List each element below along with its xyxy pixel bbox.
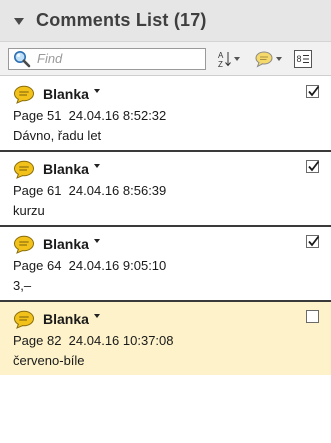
comment-checkbox[interactable] xyxy=(306,235,320,248)
comment-text: kurzu xyxy=(13,203,45,218)
comment-author: Blanka xyxy=(43,236,89,252)
comment-timestamp: 24.04.16 9:05:10 xyxy=(68,258,167,273)
comment-author: Blanka xyxy=(43,311,89,327)
svg-text:Z: Z xyxy=(218,60,223,68)
author-menu-caret-icon[interactable] xyxy=(93,164,100,168)
comment-meta: Page 82 24.04.16 10:37:08 xyxy=(13,333,319,348)
comment-text: 3,– xyxy=(13,278,32,293)
comment-item[interactable]: Blanka Page 64 24.04.16 9:05:10 3,– xyxy=(0,227,331,302)
comments-list: Blanka Page 51 24.04.16 8:52:32 Dávno, ř… xyxy=(0,77,331,375)
comment-text: červeno-bíle xyxy=(13,353,85,368)
comment-timestamp: 24.04.16 10:37:08 xyxy=(68,333,174,348)
comment-page: Page 64 xyxy=(13,258,62,273)
filter-dropdown-caret-icon xyxy=(276,56,282,61)
options-icon: 8 xyxy=(294,49,312,68)
comment-bubble-icon xyxy=(13,235,35,254)
checkmark-icon xyxy=(308,235,320,247)
sort-button[interactable]: A Z xyxy=(218,50,240,68)
panel-title: Comments List (17) xyxy=(36,10,207,30)
author-menu-caret-icon[interactable] xyxy=(93,239,100,243)
comment-page: Page 82 xyxy=(13,333,62,348)
sort-dropdown-caret-icon xyxy=(234,56,240,61)
comment-timestamp: 24.04.16 8:56:39 xyxy=(68,183,167,198)
collapse-caret-icon[interactable] xyxy=(14,18,24,25)
find-input[interactable] xyxy=(37,51,197,66)
author-menu-caret-icon[interactable] xyxy=(93,89,100,93)
find-box[interactable] xyxy=(8,47,206,70)
comment-header: Blanka xyxy=(13,233,319,255)
search-icon xyxy=(13,50,31,68)
comments-list-panel: Comments List (17) A Z xyxy=(0,0,331,443)
comment-checkbox[interactable] xyxy=(306,85,320,98)
comment-meta: Page 64 24.04.16 9:05:10 xyxy=(13,258,319,273)
svg-text:8: 8 xyxy=(297,54,302,64)
comment-bubble-icon xyxy=(13,310,35,329)
comment-header: Blanka xyxy=(13,83,319,105)
comment-item[interactable]: Blanka Page 61 24.04.16 8:56:39 kurzu xyxy=(0,152,331,227)
comment-header: Blanka xyxy=(13,308,319,330)
comment-checkbox[interactable] xyxy=(306,160,320,173)
comment-text: Dávno, řadu let xyxy=(13,128,102,143)
svg-text:A: A xyxy=(218,51,224,60)
comment-filter-button[interactable] xyxy=(254,50,282,68)
comment-author: Blanka xyxy=(43,86,89,102)
sort-icon: A Z xyxy=(218,50,232,68)
checkmark-icon xyxy=(308,160,320,172)
comments-list-header[interactable]: Comments List (17) xyxy=(0,0,331,42)
comment-meta: Page 61 24.04.16 8:56:39 xyxy=(13,183,319,198)
comment-page: Page 61 xyxy=(13,183,62,198)
comment-meta: Page 51 24.04.16 8:52:32 xyxy=(13,108,319,123)
comment-bubble-icon xyxy=(13,85,35,104)
comments-toolbar: A Z xyxy=(0,42,331,76)
comment-timestamp: 24.04.16 8:52:32 xyxy=(68,108,167,123)
comment-author: Blanka xyxy=(43,161,89,177)
comment-page: Page 51 xyxy=(13,108,62,123)
checkmark-icon xyxy=(308,85,320,97)
comment-checkbox[interactable] xyxy=(306,310,319,323)
comment-filter-icon xyxy=(254,50,274,68)
author-menu-caret-icon[interactable] xyxy=(93,314,100,318)
comment-header: Blanka xyxy=(13,158,319,180)
comment-bubble-icon xyxy=(13,160,35,179)
comment-item-selected[interactable]: Blanka Page 82 24.04.16 10:37:08 červeno… xyxy=(0,302,331,375)
options-button[interactable]: 8 xyxy=(294,49,312,68)
comment-item[interactable]: Blanka Page 51 24.04.16 8:52:32 Dávno, ř… xyxy=(0,77,331,152)
